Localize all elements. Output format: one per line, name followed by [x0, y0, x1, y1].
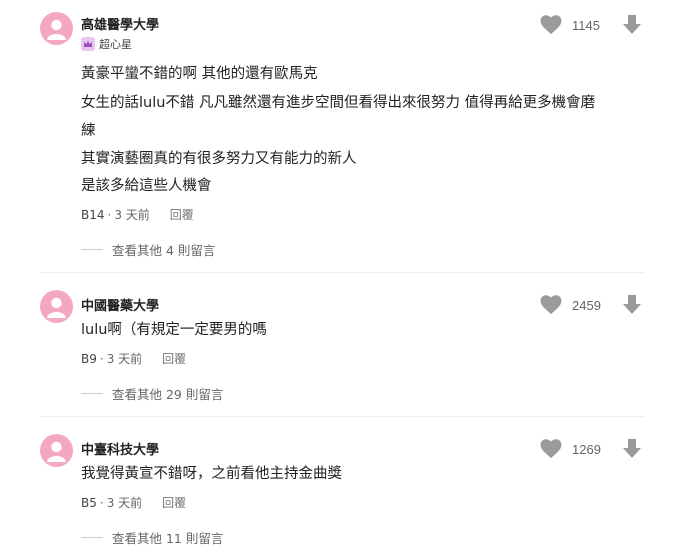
timestamp: 3 天前 — [106, 352, 143, 366]
separator-dot: · — [99, 351, 104, 366]
divider — [40, 416, 644, 417]
dcard-avatar-icon — [47, 441, 66, 462]
view-more-replies[interactable]: 查看其他 4 則留言 — [81, 240, 215, 259]
comment-text-line: 女生的話lulu不錯 凡凡雖然還有進步空間但看得出來很努力 值得再給更多機會磨 — [81, 95, 596, 111]
school-name[interactable]: 中臺科技大學 — [81, 439, 159, 458]
like-count: 1145 — [572, 17, 600, 33]
avatar[interactable] — [40, 434, 73, 467]
floor-number: B5 — [81, 495, 97, 510]
avatar[interactable] — [40, 12, 73, 45]
crown-badge-icon — [81, 37, 95, 51]
comment-list: 高雄醫學大學 超心星 1145 黃豪平蠻不錯的啊 其他的還有歐馬克 女生的話lu… — [0, 0, 696, 552]
heart-icon — [540, 15, 562, 35]
arrow-down-icon[interactable] — [620, 293, 644, 317]
like-button[interactable]: 1269 — [540, 437, 601, 461]
more-line — [81, 393, 103, 394]
dcard-avatar-icon — [47, 19, 66, 40]
timestamp: 3 天前 — [106, 496, 143, 510]
avatar[interactable] — [40, 290, 73, 323]
view-more-label: 查看其他 29 則留言 — [112, 387, 224, 402]
view-more-replies[interactable]: 查看其他 29 則留言 — [81, 384, 223, 403]
divider — [40, 272, 644, 273]
more-line — [81, 537, 103, 538]
view-more-label: 查看其他 4 則留言 — [112, 243, 216, 258]
dcard-avatar-icon — [47, 297, 66, 318]
separator-dot: · — [107, 207, 112, 222]
like-count: 1269 — [572, 441, 601, 457]
comment-text-line: 其實演藝圈真的有很多努力又有能力的新人 — [81, 151, 357, 167]
reply-button[interactable]: 回覆 — [162, 494, 186, 511]
comment-meta: B5 · 3 天前 回覆 — [81, 494, 186, 511]
floor-number: B9 — [81, 351, 97, 366]
comment-text-line: lulu啊（有規定一定要男的嗎 — [81, 322, 267, 338]
view-more-label: 查看其他 11 則留言 — [112, 531, 224, 546]
comment-text-line: 練 — [81, 123, 96, 139]
floor-number: B14 — [81, 207, 105, 222]
heart-icon — [540, 439, 562, 459]
comment-text-line: 我覺得黃宣不錯呀，之前看他主持金曲獎 — [81, 466, 342, 482]
timestamp: 3 天前 — [114, 208, 150, 222]
comment-text-line: 是該多給這些人機會 — [81, 178, 212, 194]
reply-button[interactable]: 回覆 — [162, 350, 186, 367]
like-button[interactable]: 1145 — [540, 13, 600, 37]
like-button[interactable]: 2459 — [540, 293, 601, 317]
badge-label: 超心星 — [99, 38, 132, 51]
arrow-down-icon[interactable] — [620, 437, 644, 461]
comment-meta: B9 · 3 天前 回覆 — [81, 350, 186, 367]
like-count: 2459 — [572, 297, 601, 313]
school-name[interactable]: 高雄醫學大學 — [81, 14, 159, 33]
comment-text-line: 黃豪平蠻不錯的啊 其他的還有歐馬克 — [81, 66, 318, 82]
heart-icon — [540, 295, 562, 315]
comment-meta: B14 · 3 天前 回覆 — [81, 206, 194, 223]
reply-button[interactable]: 回覆 — [170, 206, 194, 223]
school-name[interactable]: 中國醫藥大學 — [81, 295, 159, 314]
more-line — [81, 249, 103, 250]
view-more-replies[interactable]: 查看其他 11 則留言 — [81, 528, 223, 547]
user-badge: 超心星 — [81, 36, 132, 52]
separator-dot: · — [99, 495, 104, 510]
arrow-down-icon[interactable] — [620, 13, 644, 37]
